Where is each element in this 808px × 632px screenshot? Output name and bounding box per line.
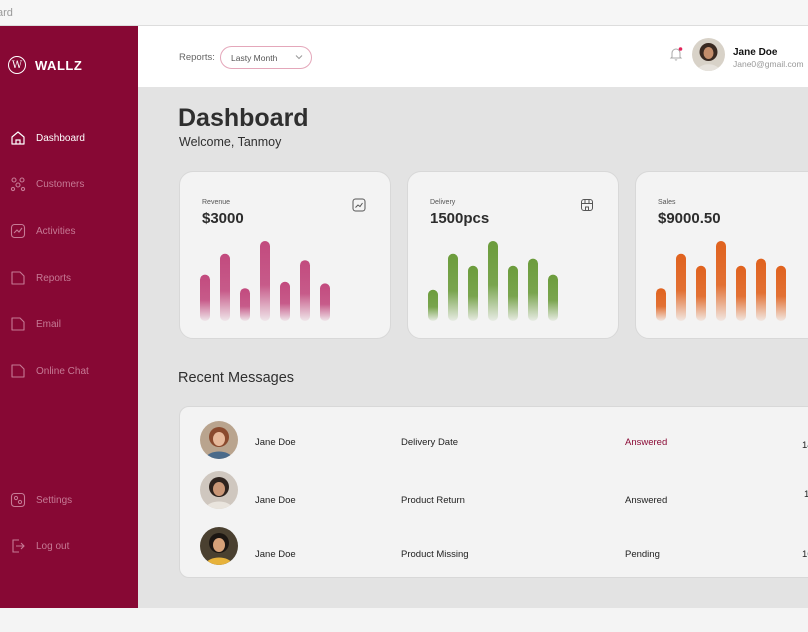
avatar bbox=[200, 471, 238, 509]
avatar bbox=[200, 527, 238, 565]
message-sender: Jane Doe bbox=[255, 495, 296, 506]
sidebar-item-label: Log out bbox=[36, 540, 70, 552]
logo[interactable]: W WALLZ bbox=[8, 56, 82, 74]
sidebar: W WALLZ Dashboard Customers Activities R… bbox=[0, 26, 138, 608]
bar bbox=[488, 241, 498, 321]
bar bbox=[428, 289, 438, 321]
notification-bell-icon[interactable] bbox=[668, 46, 684, 62]
home-icon bbox=[11, 131, 25, 145]
activities-icon bbox=[10, 223, 26, 239]
bar bbox=[776, 265, 786, 321]
bar bbox=[508, 265, 518, 321]
bar bbox=[200, 274, 210, 321]
sidebar-item-label: Activities bbox=[36, 225, 76, 237]
message-extra: 16 bbox=[802, 549, 808, 560]
user-avatar[interactable] bbox=[692, 38, 725, 71]
sidebar-item-dashboard[interactable]: Dashboard bbox=[10, 128, 85, 148]
window-title: ard bbox=[0, 7, 13, 19]
welcome-text: Welcome, Tanmoy bbox=[179, 135, 282, 149]
reports-period-value: Lasty Month bbox=[231, 52, 278, 63]
message-extra: 1 bbox=[804, 489, 808, 500]
bar bbox=[696, 265, 706, 321]
customers-icon bbox=[10, 177, 26, 192]
bar bbox=[260, 241, 270, 321]
message-sender: Jane Doe bbox=[255, 437, 296, 448]
sidebar-item-online-chat[interactable]: Online Chat bbox=[10, 361, 89, 381]
bar bbox=[280, 281, 290, 321]
bar bbox=[676, 253, 686, 321]
bar bbox=[240, 288, 250, 321]
sidebar-item-reports[interactable]: Reports bbox=[10, 268, 71, 288]
bar bbox=[220, 253, 230, 321]
bar bbox=[320, 283, 330, 321]
sidebar-item-label: Customers bbox=[36, 178, 85, 190]
avatar bbox=[200, 421, 238, 459]
reports-label: Reports: bbox=[179, 52, 215, 63]
reports-period-select[interactable]: Lasty Month bbox=[220, 46, 312, 69]
bar bbox=[736, 265, 746, 321]
logout-icon bbox=[12, 539, 25, 553]
message-subject: Product Missing bbox=[401, 549, 469, 560]
recent-messages-table: Jane Doe Delivery Date Answered 14 Jane … bbox=[179, 406, 808, 578]
message-sender: Jane Doe bbox=[255, 549, 296, 560]
message-subject: Delivery Date bbox=[401, 437, 459, 448]
window-titlebar: ard bbox=[0, 0, 808, 26]
revenue-bar-chart bbox=[200, 241, 330, 321]
bar bbox=[468, 265, 478, 321]
sidebar-item-settings[interactable]: Settings bbox=[10, 490, 72, 510]
reports-icon bbox=[11, 271, 25, 285]
bar bbox=[656, 288, 666, 321]
message-subject: Product Return bbox=[401, 495, 465, 506]
email-icon bbox=[11, 317, 25, 331]
revenue-card[interactable]: Revenue $3000 bbox=[179, 171, 391, 339]
user-name: Jane Doe bbox=[733, 47, 778, 58]
message-status: Answered bbox=[625, 437, 668, 448]
bar bbox=[448, 253, 458, 321]
page-title: Dashboard bbox=[178, 104, 309, 132]
settings-icon bbox=[10, 492, 26, 508]
message-row[interactable]: Jane Doe Product Return Answered 1 bbox=[180, 471, 808, 511]
bar bbox=[756, 258, 766, 321]
sidebar-item-label: Online Chat bbox=[36, 365, 89, 377]
sidebar-item-label: Reports bbox=[36, 272, 72, 284]
sidebar-item-logout[interactable]: Log out bbox=[10, 536, 69, 556]
sidebar-item-label: Settings bbox=[36, 494, 73, 506]
sidebar-item-label: Email bbox=[36, 318, 62, 330]
chevron-down-icon bbox=[295, 55, 303, 60]
top-bar: Reports: Lasty Month Jane Doe Jane0@gmai… bbox=[138, 26, 808, 87]
sales-bar-chart bbox=[656, 241, 786, 321]
logo-mark: W bbox=[8, 56, 26, 74]
sales-card[interactable]: Sales $9000.50 bbox=[635, 171, 808, 339]
recent-messages-title: Recent Messages bbox=[178, 370, 295, 386]
sidebar-item-activities[interactable]: Activities bbox=[10, 221, 75, 241]
delivery-card[interactable]: Delivery 1500pcs bbox=[407, 171, 619, 339]
sidebar-item-customers[interactable]: Customers bbox=[10, 174, 84, 194]
user-email: Jane0@gmail.com bbox=[733, 59, 804, 69]
message-status: Pending bbox=[625, 549, 660, 560]
bar bbox=[548, 274, 558, 321]
message-extra: 14 bbox=[802, 440, 808, 451]
bar bbox=[528, 258, 538, 321]
delivery-bar-chart bbox=[428, 241, 558, 321]
sidebar-item-email[interactable]: Email bbox=[10, 314, 61, 334]
page-bottom-strip bbox=[0, 608, 808, 632]
bar bbox=[300, 260, 310, 321]
message-status: Answered bbox=[625, 495, 668, 506]
message-row[interactable]: Jane Doe Product Missing Pending 16 bbox=[180, 527, 808, 567]
chat-icon bbox=[11, 364, 25, 378]
main-content: Dashboard Welcome, Tanmoy Revenue $3000 … bbox=[138, 87, 808, 608]
message-row[interactable]: Jane Doe Delivery Date Answered 14 bbox=[180, 421, 808, 461]
sidebar-item-label: Dashboard bbox=[36, 132, 85, 144]
logo-text: WALLZ bbox=[35, 57, 83, 73]
bar bbox=[716, 241, 726, 321]
